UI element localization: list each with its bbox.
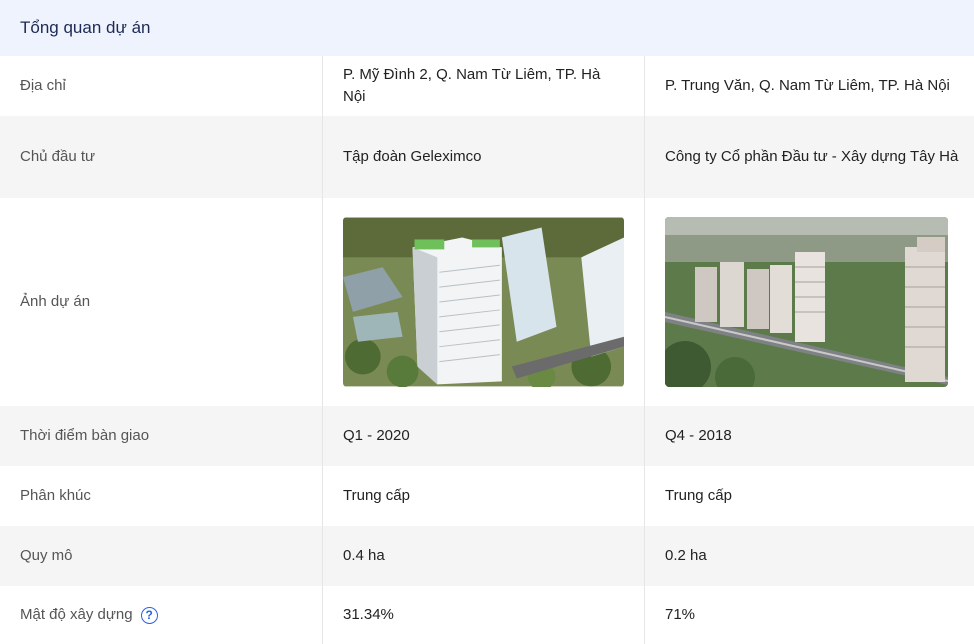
project1-image-cell xyxy=(322,198,644,406)
project2-address: P. Trung Văn, Q. Nam Từ Liêm, TP. Hà Nội xyxy=(644,56,974,116)
row-segment: Phân khúc Trung cấp Trung cấp xyxy=(0,466,974,526)
row-density: Mật độ xây dựng ? 31.34% 71% xyxy=(0,586,974,644)
row-label: Quy mô xyxy=(20,547,73,564)
row-label: Địa chỉ xyxy=(20,77,66,94)
project2-image[interactable] xyxy=(665,217,948,387)
row-label: Chủ đầu tư xyxy=(20,148,96,165)
project2-investor: Công ty Cổ phần Đầu tư - Xây dựng Tây Hà xyxy=(644,116,974,198)
project2-density: 71% xyxy=(644,586,974,644)
row-label: Thời điểm bàn giao xyxy=(20,427,150,444)
row-address: Địa chỉ P. Mỹ Đình 2, Q. Nam Từ Liêm, TP… xyxy=(0,56,974,116)
row-image: Ảnh dự án xyxy=(0,198,974,406)
project1-address: P. Mỹ Đình 2, Q. Nam Từ Liêm, TP. Hà Nội xyxy=(322,56,644,116)
row-label-with-help: Mật độ xây dựng ? xyxy=(0,586,322,644)
row-scale: Quy mô 0.4 ha 0.2 ha xyxy=(0,526,974,586)
section-header: Tổng quan dự án xyxy=(0,0,974,56)
row-label: Phân khúc xyxy=(20,487,91,504)
project1-scale: 0.4 ha xyxy=(322,526,644,586)
row-investor: Chủ đầu tư Tập đoàn Geleximco Công ty Cổ… xyxy=(0,116,974,198)
section-title: Tổng quan dự án xyxy=(20,18,151,37)
row-handover: Thời điểm bàn giao Q1 - 2020 Q4 - 2018 xyxy=(0,406,974,466)
project1-density: 31.34% xyxy=(322,586,644,644)
project1-investor: Tập đoàn Geleximco xyxy=(322,116,644,198)
row-label: Mật độ xây dựng xyxy=(20,606,133,623)
question-circle-icon[interactable]: ? xyxy=(140,606,158,624)
project1-image[interactable] xyxy=(343,217,624,387)
project2-scale: 0.2 ha xyxy=(644,526,974,586)
project1-segment: Trung cấp xyxy=(322,466,644,526)
project2-handover: Q4 - 2018 xyxy=(644,406,974,466)
project2-segment: Trung cấp xyxy=(644,466,974,526)
project2-image-cell xyxy=(644,198,974,406)
row-label: Ảnh dự án xyxy=(20,293,91,310)
project1-handover: Q1 - 2020 xyxy=(322,406,644,466)
